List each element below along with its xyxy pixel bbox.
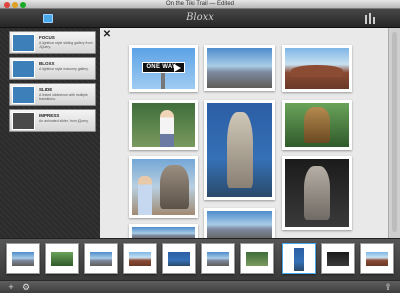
filmstrip-slide-selected[interactable] — [282, 243, 316, 274]
arrow-right-icon — [174, 64, 182, 73]
street-sign: ONE WAY — [142, 61, 185, 73]
close-icon[interactable]: ✕ — [102, 30, 112, 40]
style-name: FOCUS — [39, 35, 55, 40]
photo-tile[interactable] — [129, 224, 198, 238]
tiki-statue — [226, 112, 253, 188]
gallery-preview: ✕ ONE WAY — [100, 28, 388, 238]
bottom-bar: + ⚙ ⇪ — [0, 280, 400, 293]
photo-tile[interactable] — [129, 156, 198, 218]
photo-red-hill — [285, 48, 349, 89]
filmstrip-slide[interactable] — [240, 243, 274, 274]
tiki-statue — [160, 164, 189, 210]
gallery-scrollbar[interactable] — [388, 28, 400, 238]
photo-tile[interactable]: ONE WAY — [129, 45, 198, 92]
style-desc: A lightbox style masonry gallery. — [39, 67, 89, 71]
style-desc: An animated slider, from jQuery. — [39, 119, 89, 123]
child-figure — [138, 175, 153, 215]
slide-thumbnail — [327, 252, 349, 266]
slide-thumbnail — [51, 252, 73, 266]
app-brand: Bloxx — [186, 12, 214, 23]
filmstrip-slide[interactable] — [84, 243, 118, 274]
add-icon[interactable]: + — [5, 282, 17, 292]
toolbar: Bloxx — [0, 9, 400, 28]
photo-tile[interactable] — [129, 100, 198, 150]
photo-tile[interactable] — [282, 100, 352, 150]
filmstrip-slide[interactable] — [6, 243, 40, 274]
photo-filmstrip — [0, 238, 400, 280]
slide-thumbnail — [366, 252, 388, 266]
filmstrip-slide[interactable] — [201, 243, 235, 274]
photo-partial — [132, 227, 195, 238]
filmstrip-slide[interactable] — [45, 243, 79, 274]
filmstrip-slide[interactable] — [360, 243, 394, 274]
style-thumbnail — [12, 112, 35, 130]
photo-child-with-tikis — [132, 159, 195, 215]
sign-text: ONE WAY — [146, 63, 177, 70]
slide-thumbnail — [129, 252, 151, 266]
tiki-statue — [304, 165, 330, 221]
photo-partial — [207, 211, 272, 238]
photo-tile[interactable] — [204, 100, 275, 200]
sign-post — [160, 72, 165, 89]
style-desc: A lightbox style sliding gallery from JQ… — [39, 41, 93, 49]
slide-thumbnail — [168, 252, 190, 266]
photo-tile[interactable] — [204, 45, 275, 91]
style-name: SLIDE — [39, 87, 53, 92]
style-thumbnail — [12, 60, 35, 78]
style-thumbnail — [12, 34, 35, 52]
style-name: BLOXX — [39, 61, 55, 66]
adjust-sliders-icon[interactable] — [364, 13, 376, 24]
share-icon[interactable]: ⇪ — [382, 282, 394, 292]
style-item-bloxx[interactable]: BLOXX A lightbox style masonry gallery. — [9, 57, 96, 80]
scrollbar-track[interactable] — [392, 32, 397, 232]
style-item-impress[interactable]: IMPRESS An animated slider, from jQuery. — [9, 109, 96, 132]
style-sidebar: FOCUS A lightbox style sliding gallery f… — [0, 28, 100, 238]
filmstrip-slide[interactable] — [162, 243, 196, 274]
photo-tile[interactable] — [204, 208, 275, 238]
filmstrip-slide[interactable] — [321, 243, 355, 274]
red-hill — [291, 65, 343, 77]
window-titlebar: On the Tiki Trail — Edited — [0, 0, 400, 9]
style-desc: A linked slideshow with multiple transit… — [39, 93, 88, 101]
photo-stone-tiki-sea — [207, 103, 272, 197]
photo-tile[interactable] — [282, 156, 352, 230]
photo-wooden-tiki — [285, 103, 349, 147]
person-figure — [160, 109, 175, 147]
style-name: IMPRESS — [39, 113, 60, 118]
style-thumbnail — [12, 86, 35, 104]
filmstrip-slide[interactable] — [123, 243, 157, 274]
settings-icon[interactable]: ⚙ — [20, 282, 32, 292]
slide-thumbnail — [90, 252, 112, 266]
photo-tourist — [132, 103, 195, 147]
photo-stone-tiki-dark — [285, 159, 349, 227]
style-item-slide[interactable]: SLIDE A linked slideshow with multiple t… — [9, 83, 96, 106]
photo-one-way-sign: ONE WAY — [132, 48, 195, 89]
slide-thumbnail — [246, 252, 268, 266]
window-title: On the Tiki Trail — Edited — [165, 1, 235, 7]
slide-thumbnail — [207, 252, 229, 266]
photo-tile[interactable] — [282, 45, 352, 92]
slide-thumbnail — [294, 248, 304, 271]
photo-mountain-sea — [207, 48, 272, 88]
slide-thumbnail — [12, 252, 34, 266]
tiki-statue — [304, 107, 330, 143]
style-item-focus[interactable]: FOCUS A lightbox style sliding gallery f… — [9, 31, 96, 54]
